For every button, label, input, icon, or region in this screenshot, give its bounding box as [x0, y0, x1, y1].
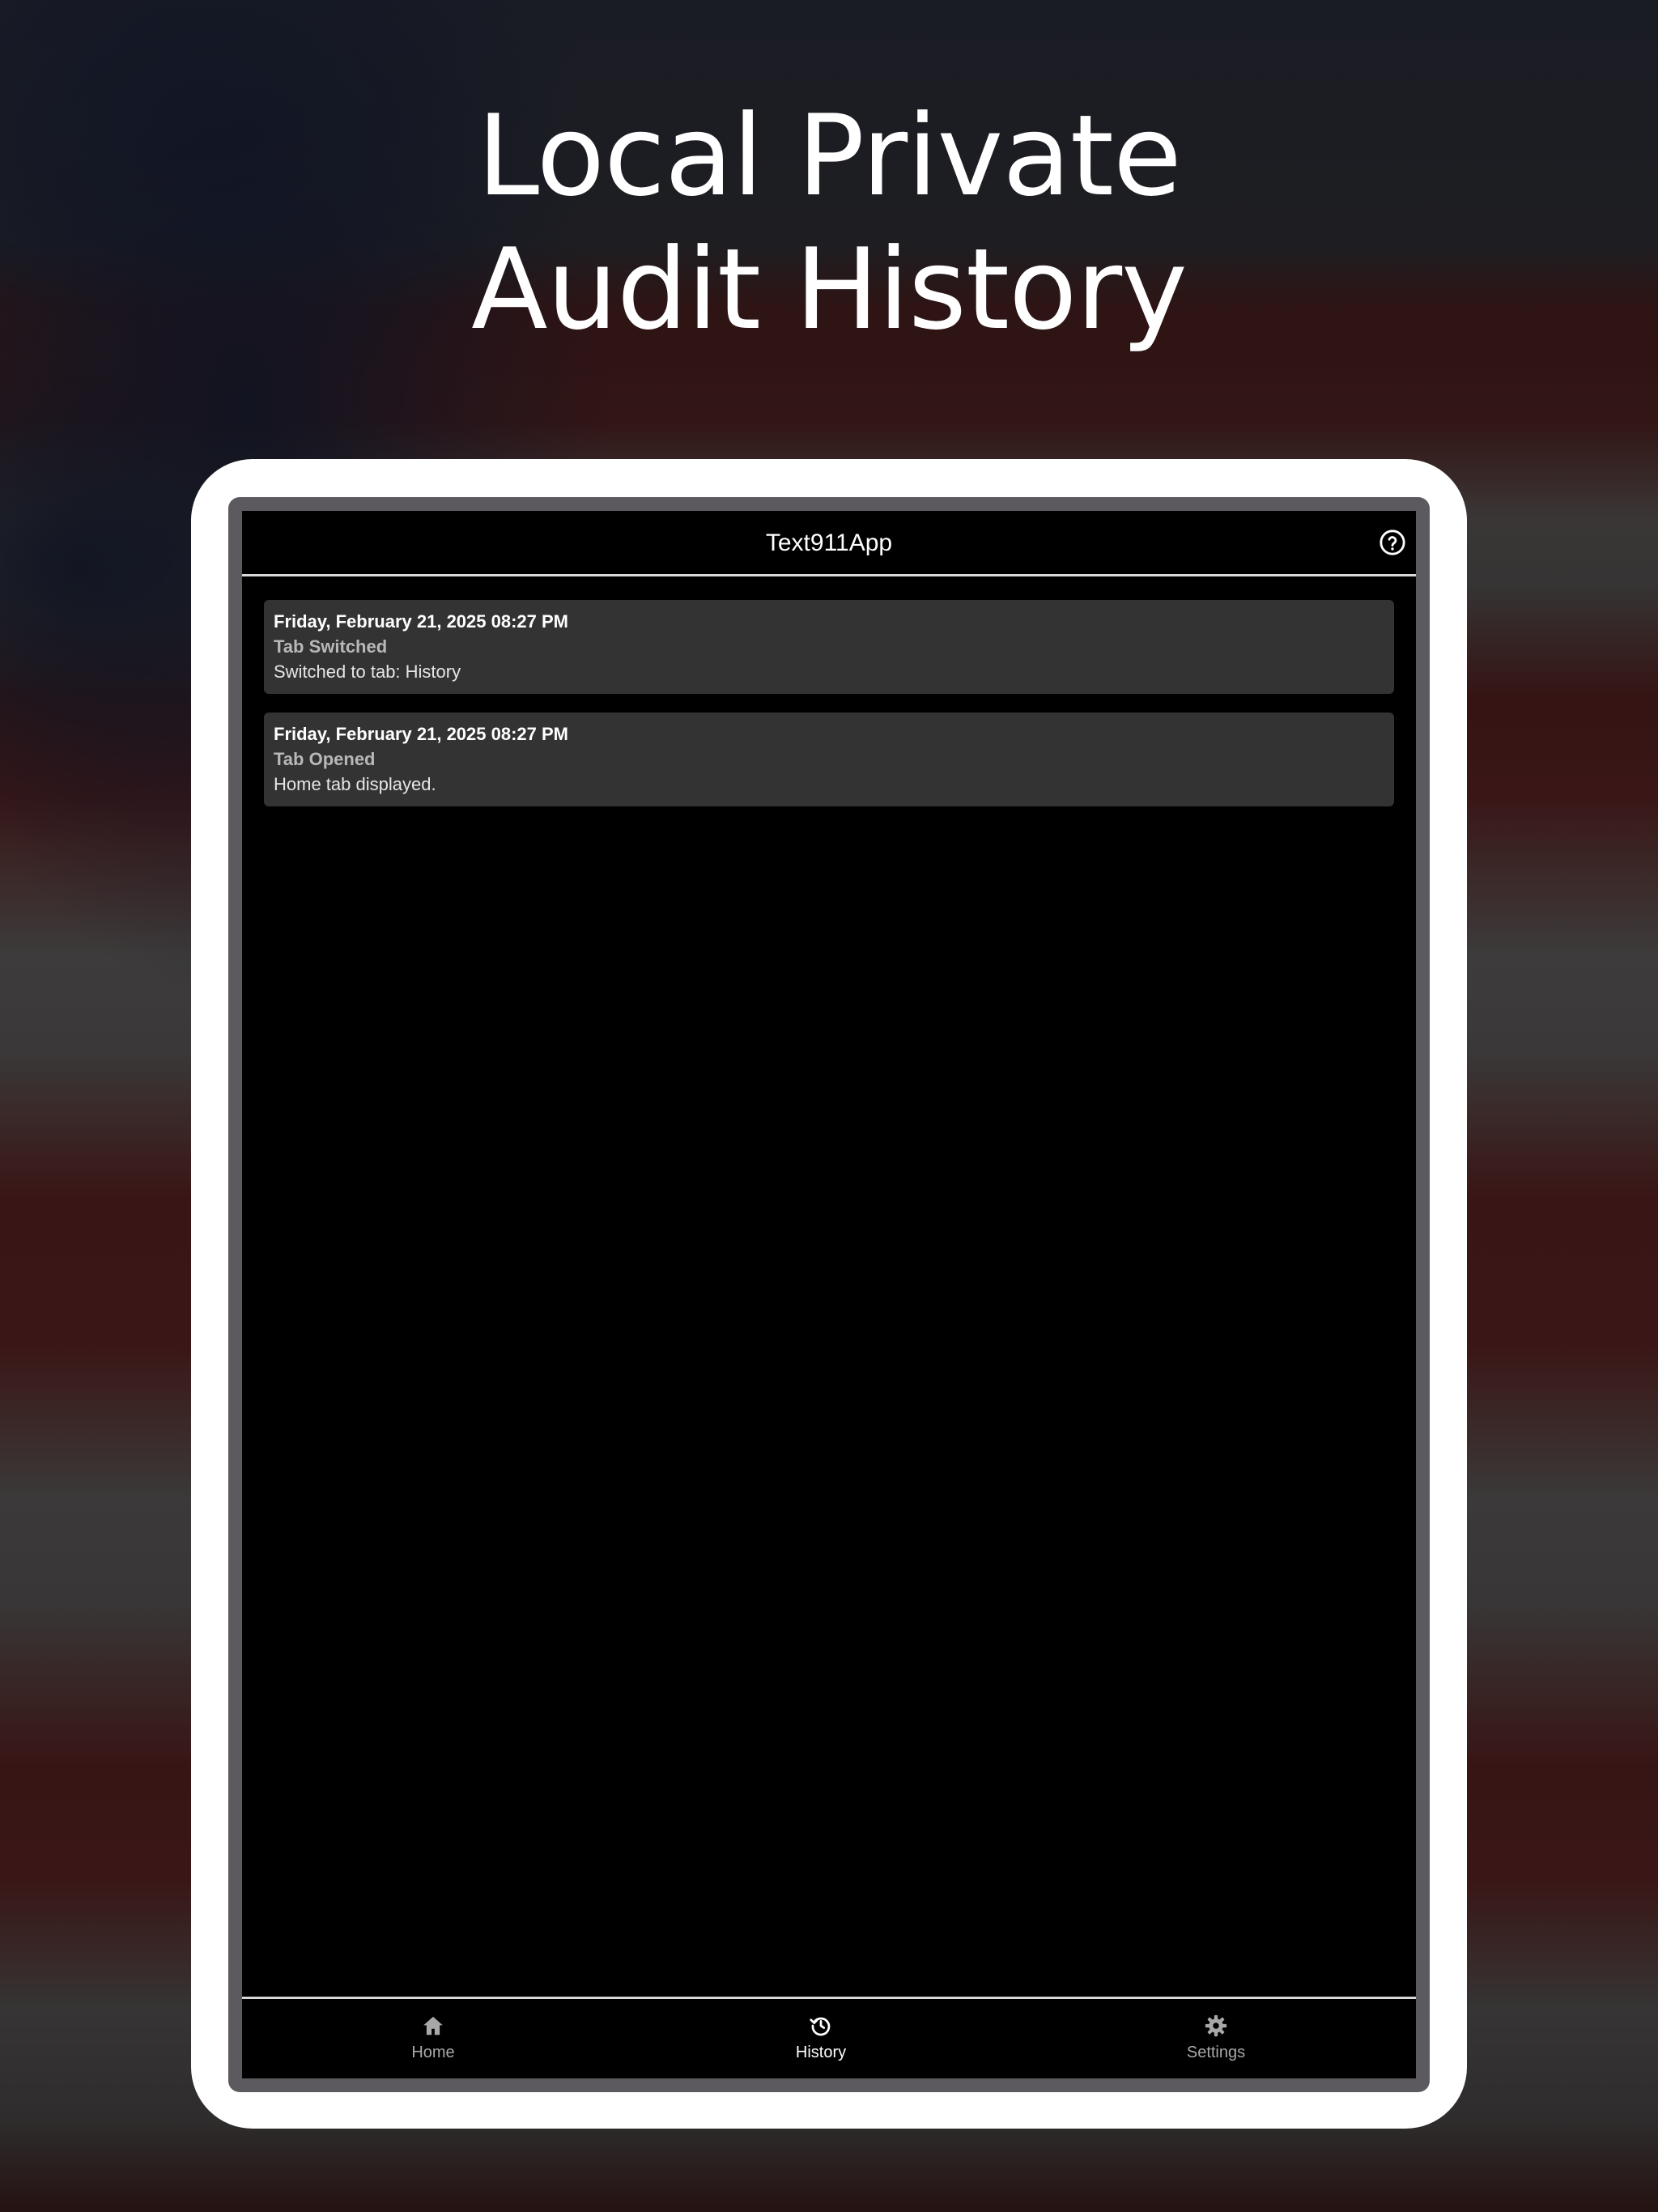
nav-label-settings: Settings — [1186, 2044, 1246, 2061]
bottom-navigation: Home History Settings — [242, 1997, 1416, 2078]
entry-date: Friday, February 21, 2025 08:27 PM — [274, 724, 568, 744]
nav-tab-home[interactable]: Home — [352, 2014, 514, 2062]
entry-detail: Switched to tab: History — [274, 661, 461, 682]
headline-line-1: Local Private — [477, 91, 1182, 221]
gear-icon — [1205, 2014, 1227, 2037]
nav-tab-settings[interactable]: Settings — [1135, 2014, 1297, 2062]
marketing-headline: Local Private Audit History — [0, 89, 1658, 356]
nav-label-history: History — [795, 2044, 847, 2061]
history-entry[interactable]: Friday, February 21, 2025 08:27 PM Tab S… — [264, 600, 1394, 694]
app-title: Text911App — [765, 530, 893, 556]
headline-line-2: Audit History — [471, 224, 1188, 355]
history-icon — [810, 2017, 831, 2036]
nav-tab-history[interactable]: History — [740, 2014, 902, 2062]
app-bar: Text911App — [242, 511, 1416, 576]
history-entry[interactable]: Friday, February 21, 2025 08:27 PM Tab O… — [264, 713, 1394, 806]
nav-label-home: Home — [411, 2044, 455, 2061]
entry-date: Friday, February 21, 2025 08:27 PM — [274, 611, 568, 632]
entry-detail: Home tab displayed. — [274, 774, 436, 794]
app-screen: Text911App Friday, February 21, 2025 08:… — [242, 511, 1416, 2078]
entry-type: Tab Opened — [274, 749, 376, 769]
entry-type: Tab Switched — [274, 636, 388, 657]
help-circle-icon[interactable] — [1379, 529, 1406, 556]
home-icon — [423, 2016, 443, 2035]
history-list: Friday, February 21, 2025 08:27 PM Tab S… — [264, 600, 1394, 825]
